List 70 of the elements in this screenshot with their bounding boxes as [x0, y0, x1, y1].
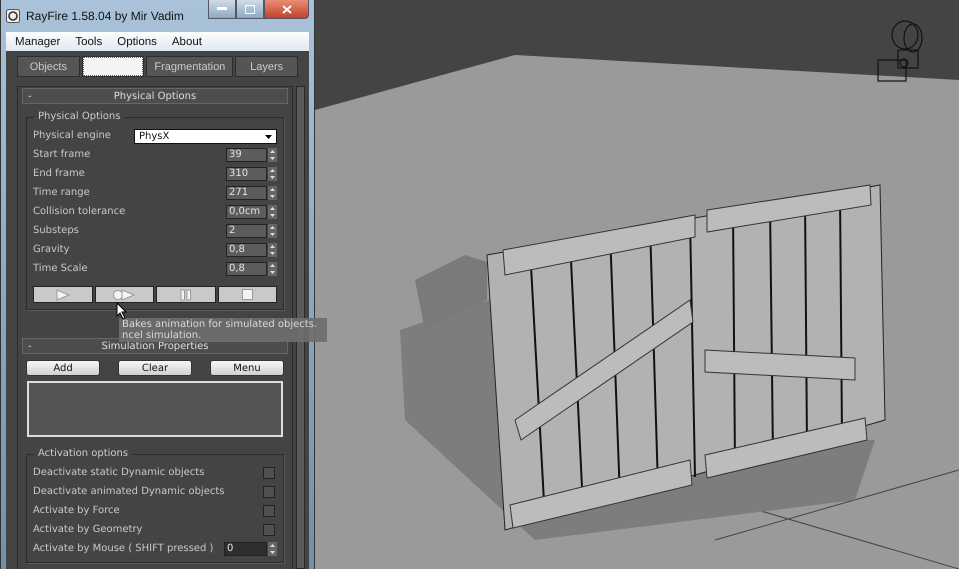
action-button[interactable]: Menu: [210, 360, 284, 376]
record-play-icon: [112, 288, 136, 300]
maximize-button[interactable]: [236, 0, 264, 19]
number-field[interactable]: 310: [226, 166, 267, 180]
caret-icon: [265, 134, 272, 138]
spinner-arrows-icon[interactable]: [268, 148, 277, 162]
stop-icon: [242, 289, 253, 300]
spinner-arrows-icon[interactable]: [268, 166, 277, 180]
number-field[interactable]: 0,8: [226, 242, 267, 256]
mouse-cursor-icon: [116, 302, 128, 320]
field-label: Time Scale: [33, 263, 88, 274]
spinner-arrows-icon[interactable]: [268, 542, 277, 556]
menu-item[interactable]: Tools: [75, 36, 102, 48]
close-button[interactable]: [264, 0, 309, 19]
field-label: Time range: [33, 187, 90, 198]
group-title: Physical Options: [34, 111, 124, 122]
option-label: Deactivate animated Dynamic objects: [33, 486, 224, 497]
number-field[interactable]: 0,8: [226, 262, 267, 276]
engine-dropdown[interactable]: PhysX: [134, 129, 277, 144]
number-field[interactable]: 0,0cm: [226, 204, 267, 218]
field-label: Collision tolerance: [33, 206, 126, 217]
spinner-arrows-icon[interactable]: [268, 262, 277, 276]
window-title: RayFire 1.58.04 by Mir Vadim: [26, 9, 184, 23]
pause-icon: [180, 288, 192, 300]
pause-button[interactable]: [156, 286, 216, 303]
tab[interactable]: Fragmentation: [146, 56, 234, 77]
menu-item[interactable]: About: [172, 36, 202, 48]
spinner-arrows-icon[interactable]: [268, 242, 277, 256]
object-list[interactable]: [27, 381, 283, 437]
number-field[interactable]: 39: [226, 148, 267, 162]
menu-item[interactable]: Options: [117, 36, 157, 48]
close-icon: [282, 4, 292, 14]
maximize-icon: [245, 4, 255, 14]
option-label: Activate by Mouse ( SHIFT pressed ): [33, 543, 214, 554]
camera-icon: [877, 20, 923, 82]
number-field[interactable]: 271: [226, 186, 267, 200]
spinner-arrows-icon[interactable]: [268, 204, 277, 218]
field-label: End frame: [33, 168, 85, 179]
stop-button[interactable]: [218, 286, 277, 303]
tooltip-text: Bakes animation for simulated objects.: [122, 319, 318, 330]
menu-item[interactable]: Manager: [15, 36, 60, 48]
field-label: Substeps: [33, 225, 79, 236]
action-button[interactable]: Clear: [118, 360, 192, 376]
play-button[interactable]: [33, 286, 92, 303]
checkbox[interactable]: [263, 486, 275, 498]
option-label: Deactivate static Dynamic objects: [33, 467, 204, 478]
option-label: Activate by Geometry: [33, 524, 142, 535]
minimize-icon: [217, 7, 227, 11]
field-label: Start frame: [33, 149, 90, 160]
minimize-button[interactable]: [208, 0, 236, 19]
play-icon: [56, 288, 70, 300]
tooltip-text: ncel simulation.: [122, 330, 202, 341]
checkbox[interactable]: [263, 524, 275, 536]
tab[interactable]: Objects: [17, 56, 80, 77]
spinner-arrows-icon[interactable]: [268, 224, 277, 238]
spinner-arrows-icon[interactable]: [268, 186, 277, 200]
bake-button[interactable]: [94, 286, 154, 303]
option-label: Activate by Force: [33, 505, 120, 516]
rollout-header[interactable]: - Physical Options: [22, 88, 288, 104]
number-field[interactable]: 2: [226, 224, 267, 238]
tab[interactable]: Layers: [235, 56, 298, 77]
field-label: Gravity: [33, 244, 70, 255]
app-icon: [6, 9, 20, 23]
tab[interactable]: [82, 56, 144, 77]
checkbox[interactable]: [263, 466, 275, 478]
checkbox[interactable]: [263, 504, 275, 516]
number-field[interactable]: 0: [224, 542, 267, 556]
group-title: Activation options: [34, 448, 132, 459]
action-button[interactable]: Add: [26, 360, 100, 376]
field-label: Physical engine: [33, 130, 111, 141]
